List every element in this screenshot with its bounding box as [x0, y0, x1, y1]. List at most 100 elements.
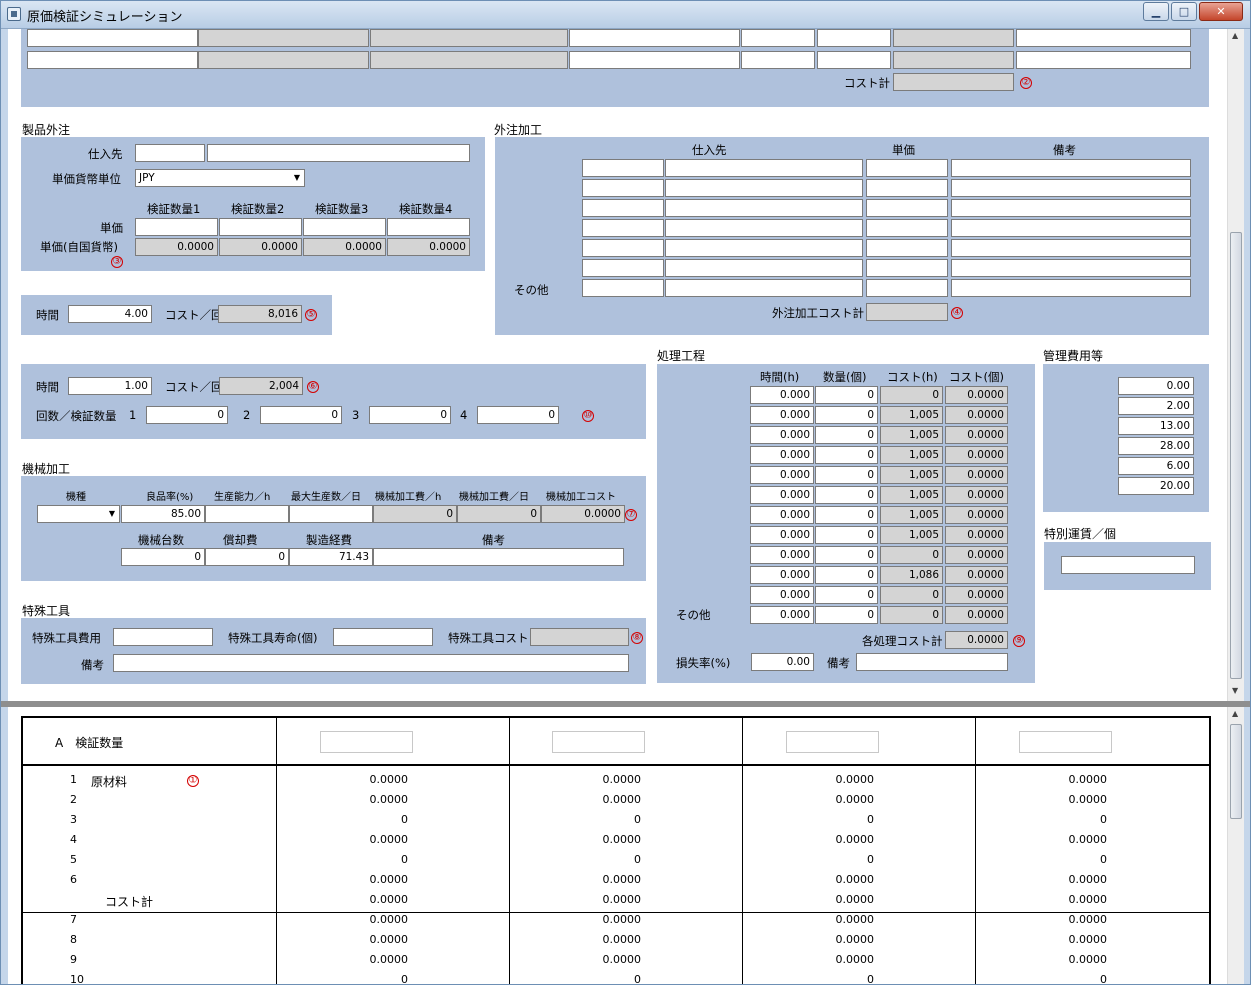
admin-input-6[interactable]: 20.00 — [1118, 477, 1194, 495]
close-button[interactable]: ✕ — [1199, 2, 1243, 21]
os-price-input[interactable] — [866, 219, 948, 237]
os-note-input[interactable] — [951, 159, 1191, 177]
capacity-input[interactable] — [205, 505, 289, 523]
os-note-input[interactable] — [951, 179, 1191, 197]
yield-input[interactable]: 85.00 — [121, 505, 205, 523]
material-cell[interactable] — [27, 51, 198, 69]
process-qty-input[interactable]: 0 — [815, 486, 878, 504]
os-price-input[interactable] — [866, 159, 948, 177]
os-supplier-name-input[interactable] — [665, 159, 863, 177]
time-input-2[interactable]: 1.00 — [68, 377, 152, 395]
lower-scrollbar[interactable]: ▲ — [1227, 707, 1244, 984]
material-cell[interactable] — [741, 29, 815, 47]
admin-input-1[interactable]: 0.00 — [1118, 377, 1194, 395]
os-note-input[interactable] — [951, 219, 1191, 237]
os-supplier-name-input[interactable] — [665, 279, 863, 297]
process-hours-input[interactable]: 0.000 — [750, 486, 814, 504]
count-input-2[interactable]: 0 — [260, 406, 342, 424]
count-input-3[interactable]: 0 — [369, 406, 451, 424]
os-supplier-code-input[interactable] — [582, 199, 664, 217]
process-qty-input[interactable]: 0 — [815, 406, 878, 424]
machining-note-input[interactable] — [373, 548, 624, 566]
process-hours-input[interactable]: 0.000 — [750, 466, 814, 484]
material-cell[interactable] — [27, 29, 198, 47]
os-price-input[interactable] — [866, 199, 948, 217]
scroll-up-icon[interactable]: ▲ — [1232, 709, 1238, 718]
process-hours-input[interactable]: 0.000 — [750, 566, 814, 584]
os-supplier-code-input[interactable] — [582, 239, 664, 257]
os-supplier-name-input[interactable] — [665, 259, 863, 277]
process-hours-input[interactable]: 0.000 — [750, 406, 814, 424]
os-price-input[interactable] — [866, 239, 948, 257]
unit-price-input-1[interactable] — [135, 218, 218, 236]
material-cell[interactable] — [817, 29, 891, 47]
os-supplier-code-input[interactable] — [582, 219, 664, 237]
qty-header-input-2[interactable] — [552, 731, 645, 753]
process-qty-input[interactable]: 0 — [815, 506, 878, 524]
os-supplier-code-input[interactable] — [582, 179, 664, 197]
os-supplier-name-input[interactable] — [665, 199, 863, 217]
qty-header-input-4[interactable] — [1019, 731, 1112, 753]
process-qty-input[interactable]: 0 — [815, 426, 878, 444]
minimize-button[interactable]: ▁ — [1143, 2, 1169, 21]
process-hours-input[interactable]: 0.000 — [750, 386, 814, 404]
freight-input[interactable] — [1061, 556, 1195, 574]
maximize-button[interactable]: □ — [1171, 2, 1197, 21]
time-input-1[interactable]: 4.00 — [68, 305, 152, 323]
qty-header-input-1[interactable] — [320, 731, 413, 753]
os-note-input[interactable] — [951, 279, 1191, 297]
process-qty-input[interactable]: 0 — [815, 466, 878, 484]
upper-scroll-thumb[interactable] — [1230, 232, 1242, 679]
unit-price-input-4[interactable] — [387, 218, 470, 236]
os-price-input[interactable] — [866, 179, 948, 197]
process-qty-input[interactable]: 0 — [815, 446, 878, 464]
process-note-input[interactable] — [856, 653, 1008, 671]
process-qty-input[interactable]: 0 — [815, 606, 878, 624]
qty-header-input-3[interactable] — [786, 731, 879, 753]
supplier-name-input[interactable] — [207, 144, 470, 162]
loss-rate-input[interactable]: 0.00 — [751, 653, 814, 671]
process-qty-input[interactable]: 0 — [815, 526, 878, 544]
os-supplier-code-input[interactable] — [582, 259, 664, 277]
os-price-input[interactable] — [866, 259, 948, 277]
process-qty-input[interactable]: 0 — [815, 546, 878, 564]
admin-input-4[interactable]: 28.00 — [1118, 437, 1194, 455]
depreciation-input[interactable]: 0 — [205, 548, 289, 566]
max-daily-input[interactable] — [289, 505, 373, 523]
os-price-input[interactable] — [866, 279, 948, 297]
admin-input-5[interactable]: 6.00 — [1118, 457, 1194, 475]
os-note-input[interactable] — [951, 259, 1191, 277]
tool-cost-input[interactable] — [113, 628, 213, 646]
count-input-1[interactable]: 0 — [146, 406, 228, 424]
admin-input-2[interactable]: 2.00 — [1118, 397, 1194, 415]
tool-life-input[interactable] — [333, 628, 433, 646]
os-supplier-code-input[interactable] — [582, 279, 664, 297]
scroll-up-icon[interactable]: ▲ — [1232, 31, 1238, 40]
material-cell[interactable] — [817, 51, 891, 69]
machine-type-select[interactable]: ▼ — [37, 505, 120, 523]
process-hours-input[interactable]: 0.000 — [750, 426, 814, 444]
supplier-code-input[interactable] — [135, 144, 205, 162]
scroll-down-icon[interactable]: ▼ — [1232, 686, 1238, 695]
process-hours-input[interactable]: 0.000 — [750, 446, 814, 464]
os-supplier-name-input[interactable] — [665, 219, 863, 237]
machine-units-input[interactable]: 0 — [121, 548, 205, 566]
process-hours-input[interactable]: 0.000 — [750, 526, 814, 544]
process-qty-input[interactable]: 0 — [815, 386, 878, 404]
os-supplier-name-input[interactable] — [665, 239, 863, 257]
process-hours-input[interactable]: 0.000 — [750, 586, 814, 604]
unit-price-input-2[interactable] — [219, 218, 302, 236]
material-cell[interactable] — [569, 29, 740, 47]
upper-scrollbar[interactable]: ▲ ▼ — [1227, 29, 1244, 701]
material-cell[interactable] — [741, 51, 815, 69]
os-note-input[interactable] — [951, 199, 1191, 217]
material-cell[interactable] — [1016, 51, 1191, 69]
process-qty-input[interactable]: 0 — [815, 566, 878, 584]
material-cell[interactable] — [1016, 29, 1191, 47]
os-supplier-name-input[interactable] — [665, 179, 863, 197]
tool-note-input[interactable] — [113, 654, 629, 672]
count-input-4[interactable]: 0 — [477, 406, 559, 424]
lower-scroll-thumb[interactable] — [1230, 724, 1242, 819]
overhead-input[interactable]: 71.43 — [289, 548, 373, 566]
material-cell[interactable] — [569, 51, 740, 69]
